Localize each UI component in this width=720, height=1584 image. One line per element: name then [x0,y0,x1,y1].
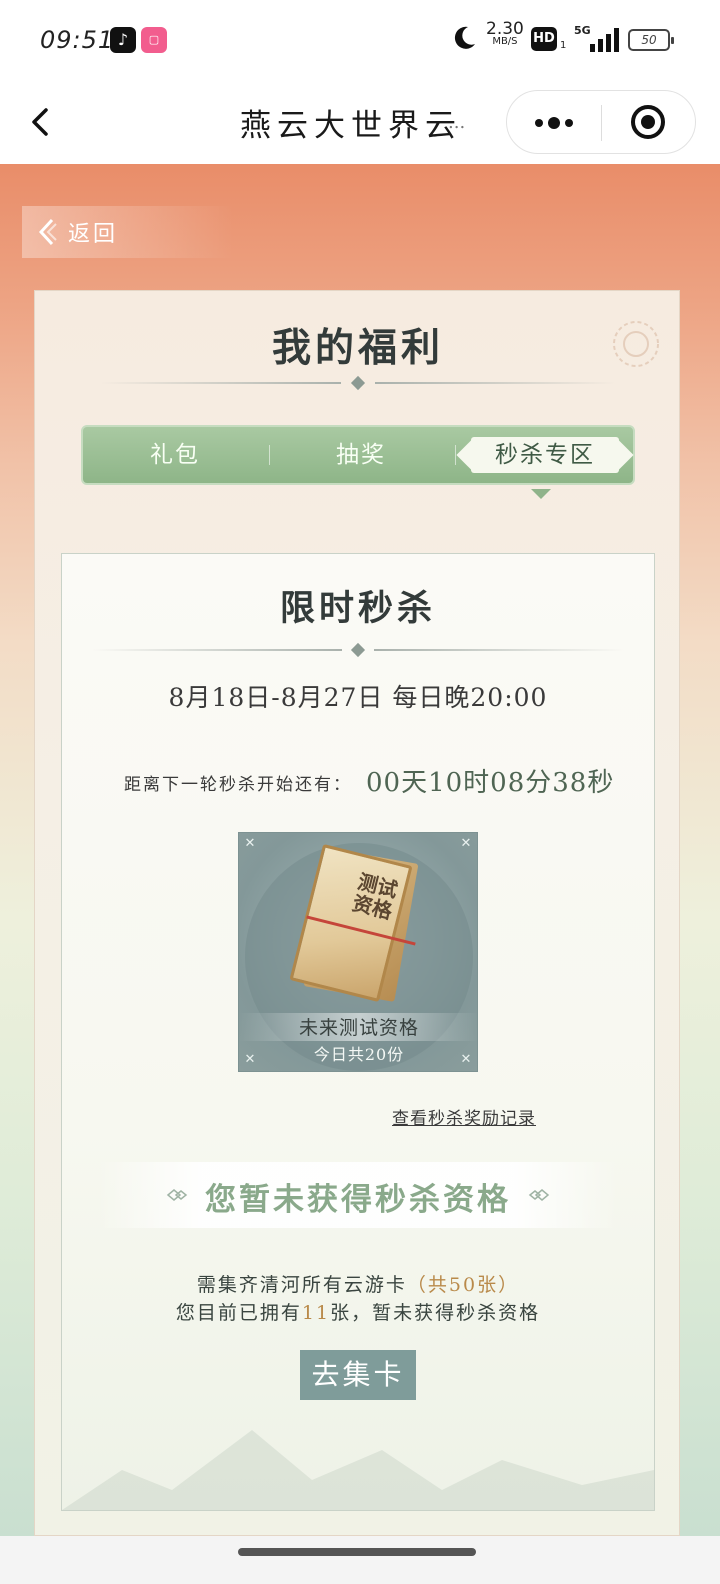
status-time: 09:51 [40,26,115,54]
prize-name: 未来测试资格 [298,1017,419,1039]
welfare-page: 返回 我的福利 礼包 抽奖 秒杀专区 限时秒杀 8月18日-8月27日 每日晚2… [0,164,720,1536]
capsule-divider [601,105,602,141]
capsule-menu [506,90,696,154]
battery-icon: 50 [628,29,674,51]
seal-stamp-icon [613,321,659,367]
reward-record-link[interactable]: 查看秒杀奖励记录 [392,1104,536,1129]
corner-ornament-icon: ✕ [244,836,256,851]
bilibili-app-icon: ▢ [141,27,167,53]
requirement-text: 需集齐清河所有云游卡（共50张） [62,1270,654,1297]
flash-sale-card: 限时秒杀 8月18日-8月27日 每日晚20:00 距离下一轮秒杀开始还有： 0… [61,553,655,1511]
page-back-button[interactable]: 返回 [22,206,234,258]
tiktok-app-icon: ♪ [110,27,136,53]
card-title-divider [92,642,624,658]
flash-sale-title: 限时秒杀 [279,588,436,629]
nav-title: 燕云大世界云 [240,108,462,144]
more-dot-icon [565,119,573,127]
tab-bar: 礼包 抽奖 秒杀专区 [81,425,635,485]
page-back-label: 返回 [68,222,119,247]
prize-item[interactable]: ✕ ✕ ✕ ✕ 测试资格 未来测试资格 今日共20份 [238,832,478,1072]
countdown-timer: 00天10时08分38秒 [366,768,615,798]
flash-sale-dates: 8月18日-8月27日 每日晚20:00 [168,683,548,712]
hd-sub: 1 [560,40,567,51]
nav-title-ellipsis: ... [448,112,466,133]
moon-icon [454,26,475,49]
network-speed: 2.30 MB/S [486,21,524,48]
owned-cards-text: 您目前已拥有11张，暂未获得秒杀资格 [62,1298,654,1325]
back-chevron-icon[interactable] [26,102,56,142]
page-title: 我的福利 [271,325,444,371]
mountain-background-decoration [62,1430,654,1510]
corner-ornament-icon: ✕ [460,836,472,851]
tab-pointer-icon [531,489,551,499]
welfare-panel: 我的福利 礼包 抽奖 秒杀专区 限时秒杀 8月18日-8月27日 每日晚20:0… [34,290,680,1536]
title-divider [101,375,615,391]
back-arrow-icon [38,218,57,246]
owned-suffix: 张，暂未获得秒杀资格 [330,1302,541,1324]
close-dot-icon [641,115,655,129]
owned-prefix: 您目前已拥有 [175,1302,302,1324]
more-dot-icon [548,117,560,129]
status-bar: 09:51 ♪ ▢ 2.30 MB/S HD 1 5G 50 [0,0,720,80]
tab-flash-sale-label: 秒杀专区 [495,442,595,468]
more-options-button[interactable] [507,91,601,153]
countdown-label: 距离下一轮秒杀开始还有： [124,775,352,795]
banner-ornament-right-icon [528,1189,550,1201]
home-indicator-area [0,1536,720,1584]
close-mini-program-button[interactable] [603,91,697,153]
signal-icon [590,28,619,52]
home-indicator[interactable] [238,1548,476,1556]
owned-count: 11 [301,1302,331,1324]
mini-program-navbar: 燕云大世界云 ... [0,80,720,164]
more-dot-icon [535,119,543,127]
requirement-prefix: 需集齐清河所有云游卡 [196,1274,407,1296]
qualification-status-banner: 您暂未获得秒杀资格 [98,1162,618,1228]
prize-count: 今日共20份 [313,1045,405,1064]
tab-gift-pack[interactable]: 礼包 [83,427,267,483]
hd-icon: HD [531,27,557,51]
tab-flash-sale[interactable]: 秒杀专区 [455,427,635,483]
requirement-total: （共50张） [406,1274,520,1296]
tab-lottery[interactable]: 抽奖 [269,427,453,483]
